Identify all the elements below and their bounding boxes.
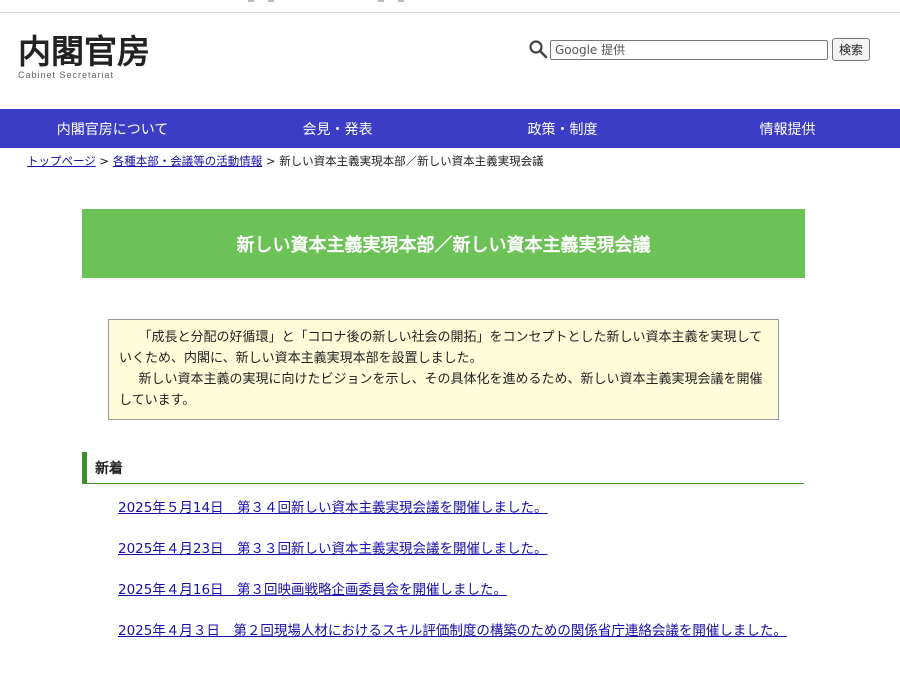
breadcrumb-current: 新しい資本主義実現本部／新しい資本主義実現会議: [279, 154, 544, 168]
nav-item-policy[interactable]: 政策・制度: [450, 109, 675, 148]
breadcrumb-separator: >: [95, 154, 113, 168]
news-link[interactable]: 2025年５月14日 第３４回新しい資本主義実現会議を開催しました。: [118, 500, 548, 516]
news-link[interactable]: 2025年４月３日 第２回現場人材におけるスキル評価制度の構築のための関係省庁連…: [118, 623, 787, 639]
news-item: 2025年４月３日 第２回現場人材におけるスキル評価制度の構築のための関係省庁連…: [118, 621, 808, 641]
news-link[interactable]: 2025年４月23日 第３３回新しい資本主義実現会議を開催しました。: [118, 541, 548, 557]
intro-box: 「成長と分配の好循環」と「コロナ後の新しい社会の開拓」をコンセプトとした新しい資…: [108, 319, 779, 420]
breadcrumb-home-link[interactable]: トップページ: [27, 154, 96, 168]
nav-item-press[interactable]: 会見・発表: [225, 109, 450, 148]
news-item: 2025年４月16日 第３回映画戦略企画委員会を開催しました。: [118, 580, 808, 600]
search-input[interactable]: [550, 40, 828, 60]
page-title: 新しい資本主義実現本部／新しい資本主義実現会議: [236, 234, 651, 256]
intro-paragraph: 新しい資本主義の実現に向けたビジョンを示し、その具体化を進めるため、新しい資本主…: [119, 372, 763, 408]
nav-item-info[interactable]: 情報提供: [675, 109, 900, 148]
breadcrumb-separator: >: [262, 154, 280, 168]
breadcrumb-section-link[interactable]: 各種本部・会議等の活動情報: [113, 154, 263, 168]
search-icon: [529, 40, 548, 59]
page-title-banner: 新しい資本主義実現本部／新しい資本主義実現会議: [82, 209, 805, 278]
news-heading: 新着: [95, 460, 123, 477]
top-strip: [0, 0, 900, 13]
news-item: 2025年４月23日 第３３回新しい資本主義実現会議を開催しました。: [118, 539, 808, 559]
logo-text-en: Cabinet Secretariat: [18, 70, 115, 80]
news-link[interactable]: 2025年４月16日 第３回映画戦略企画委員会を開催しました。: [118, 582, 507, 598]
site-logo[interactable]: 内閣官房 Cabinet Secretariat: [18, 32, 150, 81]
nav-item-about[interactable]: 内閣官房について: [0, 109, 225, 148]
news-list: 2025年５月14日 第３４回新しい資本主義実現会議を開催しました。 2025年…: [118, 498, 808, 641]
breadcrumb: トップページ > 各種本部・会議等の活動情報 > 新しい資本主義実現本部／新しい…: [27, 153, 544, 169]
news-section-heading: 新着: [82, 452, 804, 484]
news-item: 2025年５月14日 第３４回新しい資本主義実現会議を開催しました。: [118, 498, 808, 518]
intro-paragraph: 「成長と分配の好循環」と「コロナ後の新しい社会の開拓」をコンセプトとした新しい資…: [119, 330, 763, 366]
search-button[interactable]: 検索: [832, 38, 870, 61]
logo-text-jp: 内閣官房: [18, 32, 150, 71]
global-nav: 内閣官房について 会見・発表 政策・制度 情報提供: [0, 109, 900, 148]
